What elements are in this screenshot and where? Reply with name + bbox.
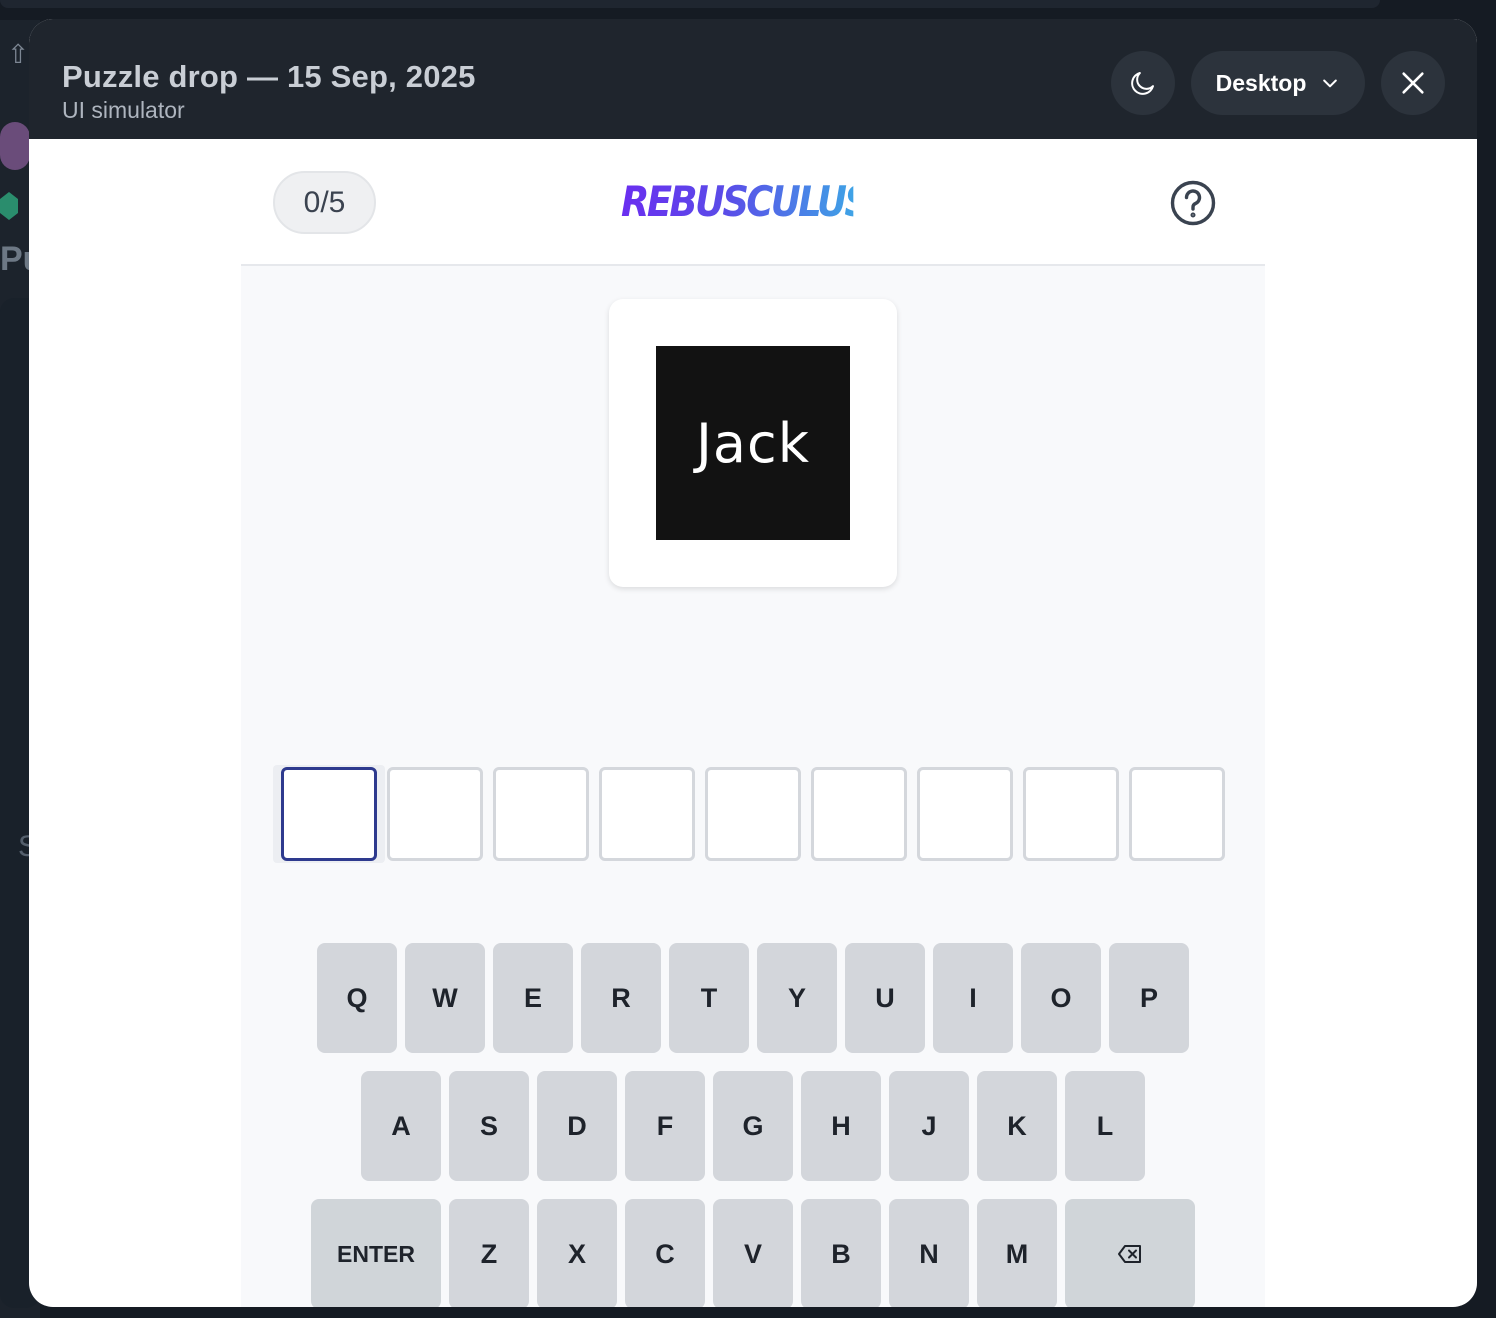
- backspace-icon: [1118, 1245, 1141, 1263]
- answer-slot-4[interactable]: [599, 767, 695, 861]
- key-f[interactable]: F: [625, 1071, 705, 1181]
- key-k[interactable]: K: [977, 1071, 1057, 1181]
- key-e[interactable]: E: [493, 943, 573, 1053]
- key-a[interactable]: A: [361, 1071, 441, 1181]
- key-d[interactable]: D: [537, 1071, 617, 1181]
- answer-slot-7[interactable]: [917, 767, 1013, 861]
- background-avatar: [0, 122, 30, 170]
- simulator-modal: Puzzle drop — 15 Sep, 2025 UI simulator …: [29, 19, 1477, 1307]
- game-area: 0/5 REBUSCULUS Jack QWERTYUIOP ASDFGHJKL E…: [241, 139, 1265, 1307]
- close-button[interactable]: [1381, 51, 1445, 115]
- key-y[interactable]: Y: [757, 943, 837, 1053]
- chevron-down-icon: [1323, 79, 1338, 88]
- modal-title: Puzzle drop — 15 Sep, 2025: [62, 59, 476, 94]
- device-select-label: Desktop: [1215, 69, 1307, 96]
- background-topbar: [0, 0, 1380, 8]
- game-topbar: 0/5 REBUSCULUS: [241, 139, 1265, 266]
- puzzle-image: Jack: [656, 346, 850, 540]
- puzzle-card: Jack: [609, 299, 897, 587]
- key-t[interactable]: T: [669, 943, 749, 1053]
- modal-header: Puzzle drop — 15 Sep, 2025 UI simulator …: [29, 19, 1477, 139]
- key-j[interactable]: J: [889, 1071, 969, 1181]
- answer-slot-8[interactable]: [1023, 767, 1119, 861]
- answer-slot-5[interactable]: [705, 767, 801, 861]
- score-badge: 0/5: [273, 171, 376, 234]
- key-n[interactable]: N: [889, 1199, 969, 1307]
- key-m[interactable]: M: [977, 1199, 1057, 1307]
- moon-icon: [1131, 72, 1154, 95]
- key-z[interactable]: Z: [449, 1199, 529, 1307]
- key-enter[interactable]: ENTER: [311, 1199, 441, 1307]
- device-select[interactable]: Desktop: [1191, 51, 1365, 115]
- answer-slot-9[interactable]: [1129, 767, 1225, 861]
- key-w[interactable]: W: [405, 943, 485, 1053]
- key-r[interactable]: R: [581, 943, 661, 1053]
- help-button[interactable]: [1169, 179, 1217, 227]
- answer-slot-3[interactable]: [493, 767, 589, 861]
- key-c[interactable]: C: [625, 1199, 705, 1307]
- close-icon: [1402, 72, 1424, 94]
- key-u[interactable]: U: [845, 943, 925, 1053]
- key-b[interactable]: B: [801, 1199, 881, 1307]
- answer-row: [273, 765, 1233, 863]
- answer-slot-1[interactable]: [281, 767, 377, 861]
- answer-slot-2[interactable]: [387, 767, 483, 861]
- key-x[interactable]: X: [537, 1199, 617, 1307]
- key-q[interactable]: Q: [317, 943, 397, 1053]
- key-p[interactable]: P: [1109, 943, 1189, 1053]
- app-logo: REBUSCULUS: [621, 177, 871, 229]
- modal-subtitle: UI simulator: [62, 97, 185, 123]
- key-backspace[interactable]: [1065, 1199, 1195, 1307]
- key-i[interactable]: I: [933, 943, 1013, 1053]
- key-h[interactable]: H: [801, 1071, 881, 1181]
- key-v[interactable]: V: [713, 1199, 793, 1307]
- key-s[interactable]: S: [449, 1071, 529, 1181]
- key-g[interactable]: G: [713, 1071, 793, 1181]
- on-screen-keyboard: Q W E R T Y U I O P A S D F G H J K L ENTER Z X C V B N M: [241, 923, 1265, 1307]
- theme-toggle-button[interactable]: [1111, 51, 1175, 115]
- answer-slot-6[interactable]: [811, 767, 907, 861]
- key-o[interactable]: O: [1021, 943, 1101, 1053]
- question-circle-icon: [1170, 180, 1216, 226]
- key-l[interactable]: L: [1065, 1071, 1145, 1181]
